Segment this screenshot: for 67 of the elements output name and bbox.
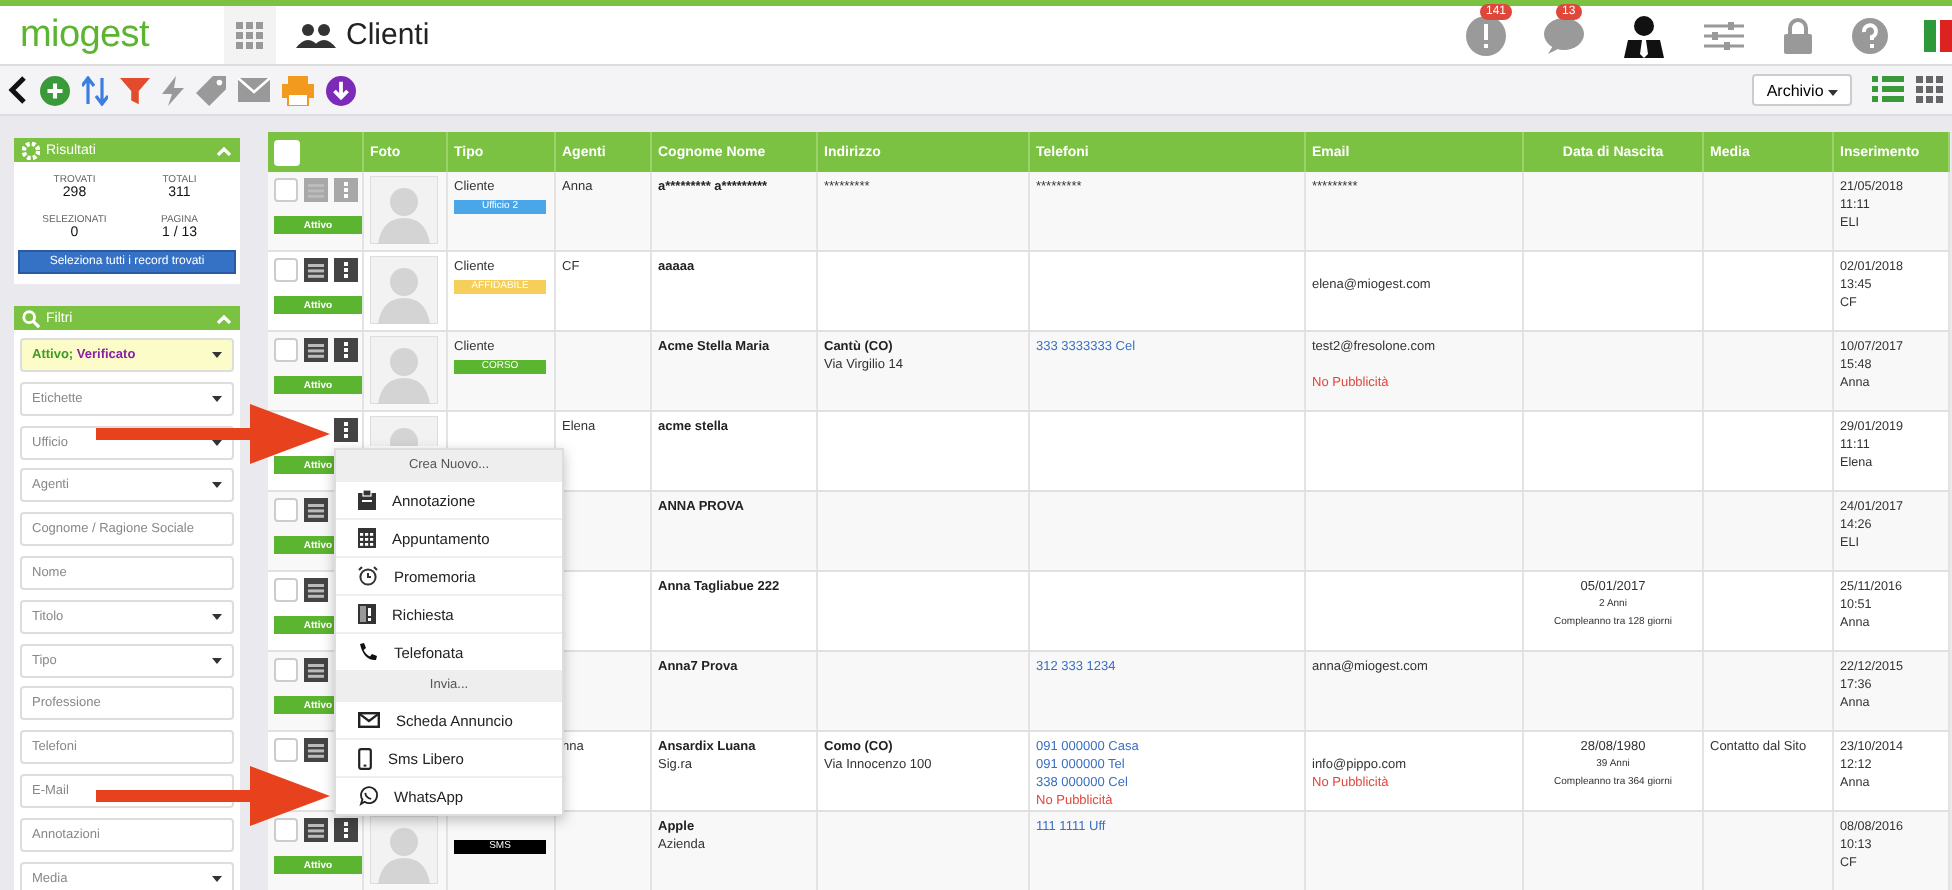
- alarm-clock-icon: [358, 566, 378, 586]
- add-icon[interactable]: [40, 75, 70, 105]
- lines-icon: [308, 503, 324, 517]
- apps-button[interactable]: [224, 6, 276, 64]
- envelope-icon: [358, 712, 380, 728]
- lines-icon: [308, 583, 324, 597]
- caret-icon: [212, 395, 222, 402]
- row-checkbox[interactable]: [274, 738, 298, 762]
- help-icon[interactable]: [1852, 17, 1888, 53]
- details-button[interactable]: [304, 578, 328, 602]
- archive-dropdown[interactable]: Archivio: [1752, 74, 1852, 106]
- mobile-phone-icon: [358, 747, 372, 769]
- details-button[interactable]: [304, 338, 328, 362]
- user-icon[interactable]: [1624, 13, 1664, 57]
- details-button[interactable]: [304, 738, 328, 762]
- row-checkbox[interactable]: [274, 658, 298, 682]
- more-button[interactable]: [334, 258, 358, 282]
- lightning-icon[interactable]: [162, 75, 184, 105]
- filter-icon[interactable]: [120, 75, 150, 105]
- settings-icon[interactable]: [1704, 19, 1744, 51]
- people-icon: [296, 21, 336, 49]
- back-icon[interactable]: [8, 76, 28, 104]
- details-button[interactable]: [304, 258, 328, 282]
- collapse-icon[interactable]: [216, 145, 232, 155]
- sort-icon[interactable]: [82, 75, 108, 105]
- caret-icon: [212, 613, 222, 620]
- row-checkbox[interactable]: [274, 578, 298, 602]
- select-all-checkbox[interactable]: [274, 139, 300, 165]
- details-button[interactable]: [304, 818, 328, 842]
- row-checkbox[interactable]: [274, 498, 298, 522]
- lines-icon: [308, 343, 324, 357]
- row-checkbox[interactable]: [274, 818, 298, 842]
- more-button[interactable]: [334, 418, 358, 442]
- chat-icon[interactable]: [1542, 15, 1586, 55]
- logo[interactable]: miogest: [0, 13, 224, 57]
- mail-icon[interactable]: [238, 78, 270, 102]
- clipboard-icon: [358, 490, 376, 510]
- collapse-icon[interactable]: [216, 313, 232, 323]
- caret-icon: [212, 482, 222, 489]
- lines-icon: [308, 743, 324, 757]
- alert-icon[interactable]: [1466, 15, 1506, 55]
- lines-icon: [308, 263, 324, 277]
- row-checkbox[interactable]: [274, 338, 298, 362]
- details-button[interactable]: [304, 658, 328, 682]
- more-button[interactable]: [334, 818, 358, 842]
- caret-icon: [212, 875, 222, 882]
- lines-icon: [308, 663, 324, 677]
- grid-view-icon[interactable]: [1916, 76, 1944, 104]
- download-icon[interactable]: [326, 75, 356, 105]
- caret-icon: [212, 352, 222, 358]
- grid-icon: [236, 21, 264, 49]
- page-title: Clienti: [346, 18, 430, 52]
- document-icon: [358, 604, 376, 624]
- calendar-icon: [358, 528, 376, 548]
- flag-icon[interactable]: [1924, 19, 1952, 51]
- more-button[interactable]: [334, 338, 358, 362]
- lock-icon[interactable]: [1784, 17, 1812, 53]
- phone-icon: [358, 642, 378, 662]
- caret-icon: [212, 657, 222, 664]
- caret-icon: [1828, 89, 1838, 95]
- list-view-icon[interactable]: [1872, 76, 1904, 104]
- row-checkbox[interactable]: [274, 258, 298, 282]
- lines-icon: [308, 823, 324, 837]
- chat-bubble-icon: [358, 786, 378, 806]
- print-icon[interactable]: [282, 75, 314, 105]
- tag-icon[interactable]: [196, 75, 226, 105]
- details-button[interactable]: [304, 498, 328, 522]
